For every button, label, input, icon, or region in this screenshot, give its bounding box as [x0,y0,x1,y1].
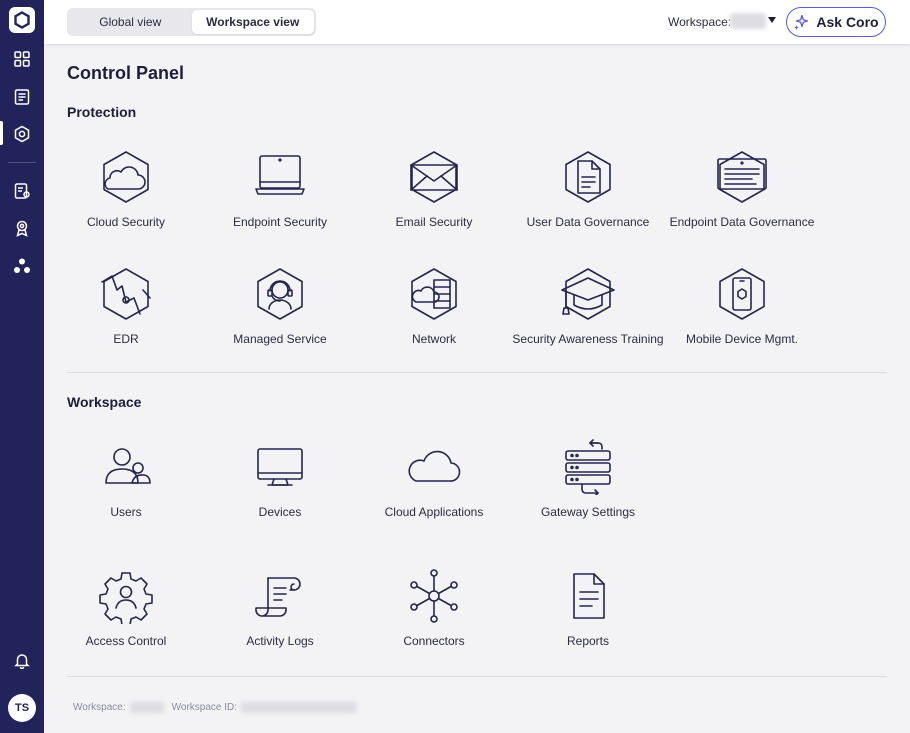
tile-label: Security Awareness Training [512,332,664,346]
tile-label: Devices [258,505,302,519]
tile-label: Access Control [85,634,167,648]
sparkle-icon [794,14,809,30]
tile-label: Endpoint Security [232,215,328,229]
tile-label: Reports [566,634,610,648]
mobile-device-icon [712,264,772,324]
award-icon[interactable] [11,217,33,239]
footer: Workspace: Workspace ID: [73,702,365,713]
tile-connectors[interactable]: Connectors [354,566,514,666]
network-icon [404,264,464,324]
tile-network[interactable]: Network [354,264,514,364]
tile-cloud-security[interactable]: Cloud Security [46,147,206,247]
tile-reports[interactable]: Reports [508,566,668,666]
footer-workspace-id-label: Workspace ID: [171,702,238,713]
tile-access-control[interactable]: Access Control [46,566,206,666]
tile-label: Cloud Security [86,215,166,229]
tile-activity-logs[interactable]: Activity Logs [200,566,360,666]
bell-icon[interactable] [11,649,33,671]
workspace-selector-value[interactable] [730,13,766,29]
workspace-section-title: Workspace [67,394,142,410]
footer-workspace-id-value [241,702,358,713]
users-icon [96,437,156,497]
access-control-icon [96,566,156,626]
workspace-view-tab[interactable]: Workspace view [191,10,314,34]
tile-label: EDR [113,332,139,346]
tile-endpoint-security[interactable]: Endpoint Security [200,147,360,247]
email-security-icon [404,147,464,207]
section-divider [67,372,887,373]
cloud-security-icon [96,147,156,207]
workspace-selector-label: Workspace: [668,15,732,29]
gateway-icon [558,437,618,497]
tile-label: Email Security [395,215,473,229]
footer-divider [67,676,887,677]
endpoint-data-governance-icon [712,147,772,207]
ask-coro-label: Ask Coro [816,14,879,30]
coro-logo-icon[interactable] [9,7,35,33]
dashboard-icon[interactable] [11,48,33,70]
control-panel-icon[interactable] [11,123,33,145]
tile-label: Activity Logs [246,634,314,648]
tile-label: User Data Governance [526,215,650,229]
tile-email-security[interactable]: Email Security [354,147,514,247]
cloud-icon [404,437,464,497]
global-view-tab[interactable]: Global view [69,10,192,34]
footer-workspace-value [129,702,164,713]
footer-workspace-label: Workspace: [73,702,126,713]
tile-label: Network [411,332,456,346]
edr-icon [96,264,156,324]
tile-edr[interactable]: EDR [46,264,206,364]
scroll-icon [250,566,310,626]
managed-service-icon [250,264,310,324]
caret-down-icon[interactable] [768,17,776,23]
connectors-dots-icon[interactable] [11,255,33,277]
tile-mobile-device-mgmt[interactable]: Mobile Device Mgmt. [662,264,822,364]
tile-label: Endpoint Data Governance [669,215,815,229]
connectors-icon [404,566,464,626]
user-data-governance-icon [558,147,618,207]
sidebar: TS [0,0,44,733]
user-avatar[interactable]: TS [8,694,36,722]
tile-security-awareness-training[interactable]: Security Awareness Training [508,264,668,364]
tile-gateway-settings[interactable]: Gateway Settings [508,437,668,537]
tile-user-data-governance[interactable]: User Data Governance [508,147,668,247]
tile-devices[interactable]: Devices [200,437,360,537]
view-toggle: Global view Workspace view [67,8,316,36]
ask-coro-button[interactable]: Ask Coro [786,7,886,37]
tile-label: Managed Service [233,332,327,346]
endpoint-security-icon [250,147,310,207]
settings-list-icon[interactable] [11,180,33,202]
protection-section-title: Protection [67,104,137,120]
tile-label: Connectors [403,634,465,648]
tile-endpoint-data-governance[interactable]: Endpoint Data Governance [662,147,822,247]
tile-label: Users [110,505,142,519]
tile-users[interactable]: Users [46,437,206,537]
report-icon [558,566,618,626]
top-bar: Global view Workspace view Workspace: As… [44,0,910,44]
graduation-cap-icon [558,264,618,324]
sidebar-divider [8,162,36,163]
tile-managed-service[interactable]: Managed Service [200,264,360,364]
tile-cloud-applications[interactable]: Cloud Applications [354,437,514,537]
page-title: Control Panel [67,63,185,83]
tickets-icon[interactable] [11,86,33,108]
laptop-icon [250,437,310,497]
tile-label: Gateway Settings [540,505,636,519]
tile-label: Cloud Applications [384,505,484,519]
active-indicator [0,121,3,145]
tile-label: Mobile Device Mgmt. [685,332,799,346]
